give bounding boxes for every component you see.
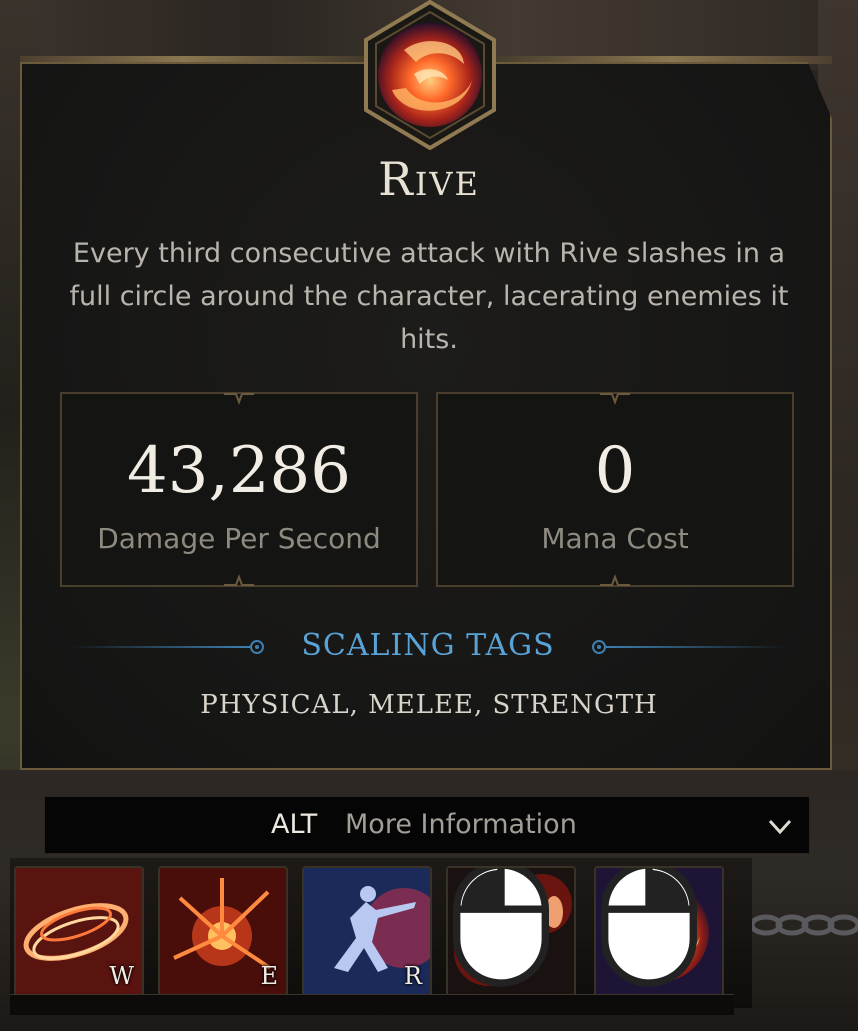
stat-label: Mana Cost [541, 522, 689, 555]
divider [606, 646, 786, 648]
skill-slot-right-mouse[interactable] [594, 866, 724, 998]
alt-key-label: ALT [271, 809, 318, 840]
stat-value: 0 [594, 434, 636, 508]
hotkey-label: W [109, 962, 134, 990]
right-mouse-icon [601, 868, 697, 987]
more-information-toggle[interactable]: ALT More Information [44, 796, 810, 854]
skill-bar-strip [10, 994, 734, 1015]
stat-mana-cost: 0 Mana Cost [436, 392, 794, 587]
stat-label: Damage Per Second [97, 522, 381, 555]
fire-swirl-icon [344, 0, 516, 150]
stat-damage-per-second: 43,286 Damage Per Second [60, 392, 418, 587]
chevron-down-icon [768, 819, 792, 835]
ornament-icon [600, 574, 630, 586]
ornament-icon [224, 574, 254, 586]
more-information-label: More Information [345, 809, 577, 840]
skill-slot-e[interactable]: E [158, 866, 288, 998]
skill-slot-w[interactable]: W [14, 866, 144, 998]
skill-slot-r[interactable]: R [302, 866, 432, 998]
hotkey-label: E [260, 962, 278, 990]
chain-icon [752, 914, 858, 936]
scaling-tags-header: SCALING TAGS [70, 628, 786, 666]
left-mouse-icon [453, 868, 549, 987]
hotkey-label: R [403, 962, 422, 990]
skill-slot-left-mouse[interactable] [446, 866, 576, 998]
scaling-tags-list: PHYSICAL, MELEE, STRENGTH [200, 690, 658, 720]
ornament-icon [600, 393, 630, 405]
ornament-icon [224, 393, 254, 405]
skill-name: Rive [378, 152, 480, 206]
skill-bar: W E R [10, 858, 752, 1008]
skill-description: Every third consecutive attack with Rive… [69, 238, 789, 355]
stat-value: 43,286 [127, 434, 351, 508]
